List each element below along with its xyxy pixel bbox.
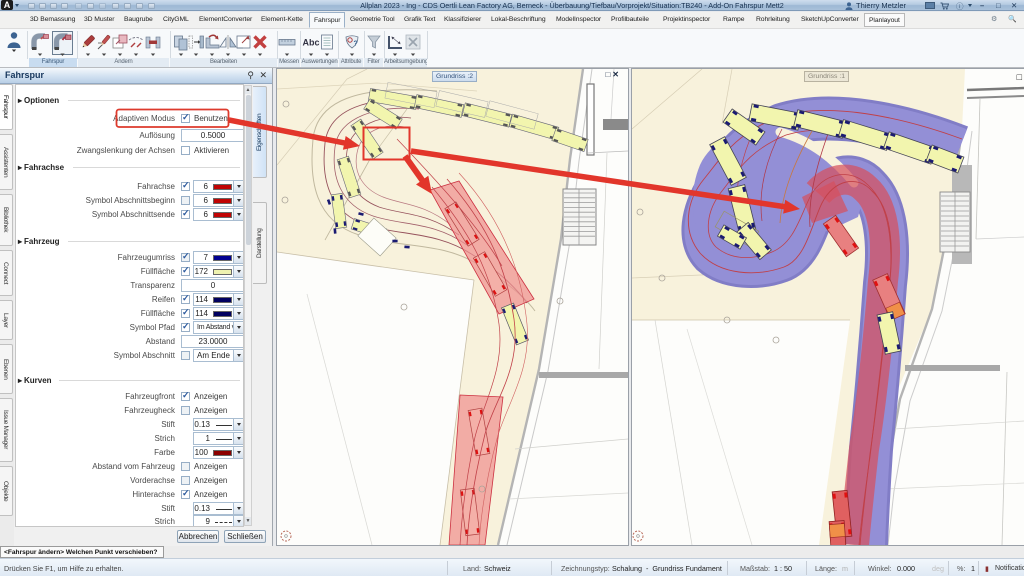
svg-text:?: ?: [354, 41, 358, 48]
svg-text:Abc: Abc: [302, 38, 319, 48]
